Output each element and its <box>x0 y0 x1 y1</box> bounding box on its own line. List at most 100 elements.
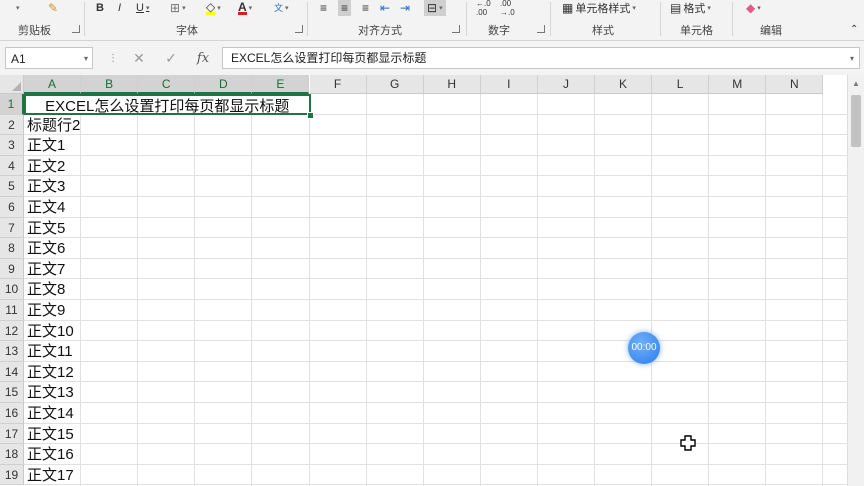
gridline-vertical <box>536 94 538 486</box>
column-header-b[interactable]: B <box>81 75 139 94</box>
row-header-5[interactable]: 5 <box>0 176 24 197</box>
decrease-decimal-button[interactable]: .00 →.0 <box>500 0 515 17</box>
enter-icon[interactable]: ✓ <box>155 50 187 67</box>
border-button[interactable]: ⊞ ▾ <box>170 0 186 16</box>
cell-a6[interactable]: 正文4 <box>27 197 65 218</box>
cell-a16[interactable]: 正文14 <box>27 403 74 424</box>
cell-a1[interactable]: EXCEL怎么设置打印每页都显示标题 <box>24 94 311 115</box>
cell-a5[interactable]: 正文3 <box>27 176 65 197</box>
fill-handle[interactable] <box>306 111 314 119</box>
worksheet-grid[interactable]: ABCDEFGHIJKLMN 1 2 3 4 5 6 7 8 9 10 11 12 13 14 15 16 17… <box>0 75 864 486</box>
align-center-button[interactable]: ≡ <box>338 0 352 16</box>
chevron-down-icon[interactable]: ▾ <box>84 48 88 70</box>
cell-a11[interactable]: 正文9 <box>27 300 65 321</box>
scroll-up-icon[interactable]: ▲ <box>852 79 860 88</box>
font-launcher-icon[interactable] <box>295 25 303 33</box>
column-header-k[interactable]: K <box>595 75 653 94</box>
cell-a9[interactable]: 正文7 <box>27 259 65 280</box>
row-header-11[interactable]: 11 <box>0 300 24 321</box>
align-center-icon: ≡ <box>341 1 349 15</box>
scrollbar-thumb[interactable] <box>851 95 861 147</box>
chevron-down-icon: ▾ <box>757 5 761 12</box>
cell-a19[interactable]: 正文17 <box>27 465 74 486</box>
row-header-3[interactable]: 3 <box>0 135 24 156</box>
cell-a17[interactable]: 正文15 <box>27 424 74 445</box>
align-left-button[interactable]: ≡ <box>320 0 327 16</box>
column-header-j[interactable]: J <box>537 75 595 94</box>
cell-a4[interactable]: 正文2 <box>27 156 65 177</box>
underline-button[interactable]: U ▾ <box>136 0 149 16</box>
format-painter-button[interactable]: ✎ <box>48 0 58 16</box>
format-label: 格式 <box>683 3 706 15</box>
row-header-9[interactable]: 9 <box>0 258 24 280</box>
name-box[interactable]: A1 ▾ <box>5 47 93 69</box>
cell-a2[interactable]: 标题行2 <box>27 115 80 136</box>
row-header-17[interactable]: 17 <box>0 423 24 445</box>
row-header-16[interactable]: 16 <box>0 403 24 424</box>
cell-a13[interactable]: 正文11 <box>27 341 73 362</box>
row-header-10[interactable]: 10 <box>0 279 24 300</box>
column-header-c[interactable]: C <box>138 75 196 94</box>
gridline-horizontal <box>24 422 847 424</box>
cell-a10[interactable]: 正文8 <box>27 279 65 300</box>
italic-button[interactable]: I <box>118 0 121 16</box>
row-header-6[interactable]: 6 <box>0 197 24 218</box>
alignment-launcher-icon[interactable] <box>452 25 460 33</box>
bold-button[interactable]: B <box>96 0 104 16</box>
row-header-19[interactable]: 19 <box>0 464 24 486</box>
clear-button[interactable]: ◆ ▾ <box>746 0 761 16</box>
row-header-18[interactable]: 18 <box>0 444 24 465</box>
cancel-icon[interactable]: ✕ <box>123 50 155 67</box>
column-header-d[interactable]: D <box>195 75 253 94</box>
column-header-l[interactable]: L <box>652 75 710 94</box>
column-header-e[interactable]: E <box>252 75 310 94</box>
select-all-corner[interactable] <box>0 75 24 94</box>
row-header-15[interactable]: 15 <box>0 382 24 403</box>
row-header-12[interactable]: 12 <box>0 320 24 342</box>
formula-bar-grip-icon[interactable]: ⋮ <box>108 53 118 64</box>
cell-a3[interactable]: 正文1 <box>27 135 65 156</box>
cell-a14[interactable]: 正文12 <box>27 362 74 383</box>
decrease-indent-button[interactable]: ⇤ <box>380 0 390 16</box>
row-header-8[interactable]: 8 <box>0 238 24 259</box>
chevron-down-icon[interactable]: ▾ <box>850 48 854 69</box>
format-icon: ▤ <box>670 1 682 15</box>
column-header-n[interactable]: N <box>766 75 824 94</box>
row-header-14[interactable]: 14 <box>0 361 24 383</box>
cell-a15[interactable]: 正文13 <box>27 382 74 403</box>
cell-a8[interactable]: 正文6 <box>27 238 65 259</box>
column-header-a[interactable]: A <box>24 75 82 94</box>
align-right-button[interactable]: ≡ <box>362 0 369 16</box>
increase-decimal-button[interactable]: ←.0.00 <box>476 0 491 17</box>
number-launcher-icon[interactable] <box>537 25 545 33</box>
font-color-button[interactable]: A ▾ <box>238 0 252 16</box>
column-header-h[interactable]: H <box>423 75 481 94</box>
row-header-2[interactable]: 2 <box>0 114 24 136</box>
column-header-g[interactable]: G <box>366 75 424 94</box>
merge-center-button[interactable]: ⊟ ▾ <box>424 0 446 16</box>
paste-dropdown[interactable]: ▾ <box>16 0 20 16</box>
column-header-i[interactable]: I <box>480 75 538 94</box>
gridline-vertical <box>308 94 310 486</box>
cell-a12[interactable]: 正文10 <box>27 321 74 342</box>
column-header-m[interactable]: M <box>709 75 767 94</box>
row-header-13[interactable]: 13 <box>0 341 24 362</box>
cell-a7[interactable]: 正文5 <box>27 218 65 239</box>
row-header-7[interactable]: 7 <box>0 217 24 239</box>
column-header-f[interactable]: F <box>309 75 367 94</box>
row-header-1[interactable]: 1 <box>0 94 24 115</box>
row-header-4[interactable]: 4 <box>0 155 24 177</box>
clipboard-launcher-icon[interactable] <box>72 25 80 33</box>
collapse-ribbon-button[interactable]: ⌃ <box>850 22 858 38</box>
fill-color-button[interactable]: ◇ ▾ <box>206 0 221 16</box>
phonetic-button[interactable]: 文 ▾ <box>274 0 289 16</box>
decrease-indent-icon: ⇤ <box>380 1 391 15</box>
font-color-icon: A <box>238 0 247 15</box>
cell-a18[interactable]: 正文16 <box>27 444 74 465</box>
cell-styles-button[interactable]: ▦ 单元格样式 ▾ <box>562 0 636 16</box>
vertical-scrollbar[interactable]: ▲ <box>847 75 864 486</box>
format-button[interactable]: ▤ 格式 ▾ <box>670 0 711 16</box>
insert-function-icon[interactable]: fx <box>187 51 219 66</box>
formula-input[interactable]: EXCEL怎么设置打印每页都显示标题 ▾ <box>222 47 860 69</box>
increase-indent-button[interactable]: ⇥ <box>400 0 410 16</box>
